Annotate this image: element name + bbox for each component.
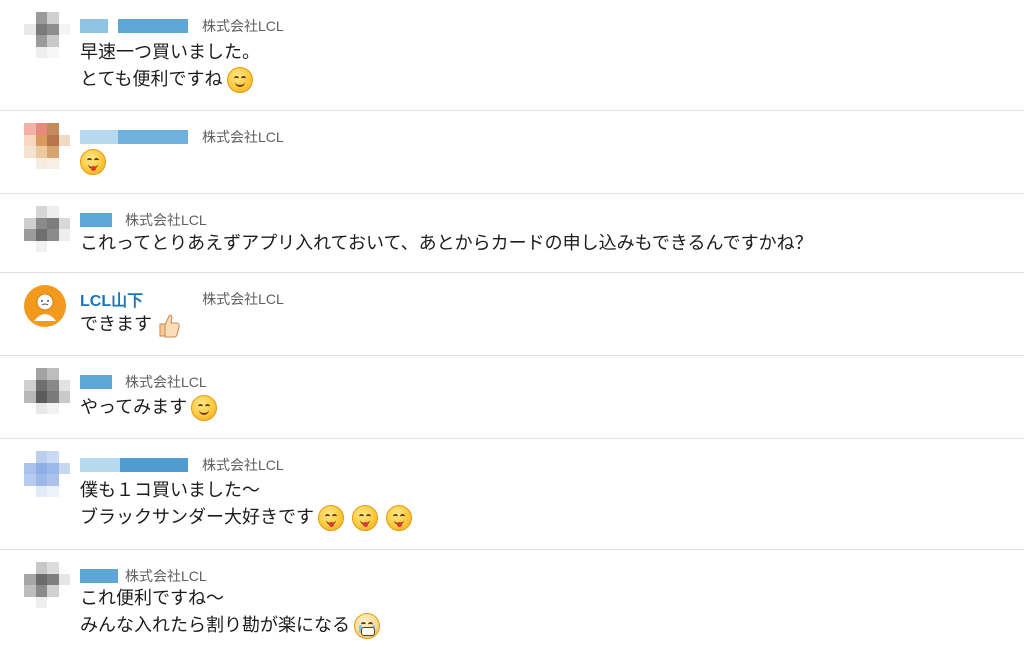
message-header: 株式会社LCL — [80, 211, 207, 229]
organization-label: 株式会社LCL — [125, 212, 207, 228]
message-header: 株式会社LCL — [80, 373, 207, 391]
smile-emoji-icon — [226, 66, 253, 93]
organization-label: 株式会社LCL — [202, 18, 284, 34]
message-text: できます — [80, 311, 182, 338]
message-line: これ便利ですね〜 — [80, 588, 224, 609]
message-item: 株式会社LCL これ便利ですね〜 みんな入れたら割り勘が楽になる — [0, 550, 1024, 662]
message-text: 早速一つ買いました。 とても便利ですね — [80, 39, 260, 93]
message-item: 株式会社LCL これってとりあえずアプリ入れておいて、あとからカードの申し込みも… — [0, 194, 1024, 273]
avatar[interactable] — [24, 451, 70, 497]
message-line: 僕も１コ買いました〜 — [80, 480, 260, 501]
avatar[interactable] — [24, 206, 70, 252]
avatar[interactable] — [24, 368, 70, 414]
message-item: LCL山下 株式会社LCL できます — [0, 273, 1024, 356]
tongue-emoji-icon — [386, 504, 412, 531]
crying-laugh-emoji-icon — [354, 612, 380, 639]
message-text: 僕も１コ買いました〜 ブラックサンダー大好きです — [80, 477, 412, 531]
message-item: 株式会社LCL 早速一つ買いました。 とても便利ですね — [0, 0, 1024, 111]
author-name-redacted[interactable] — [80, 569, 118, 583]
message-item: 株式会社LCL 僕も１コ買いました〜 ブラックサンダー大好きです — [0, 439, 1024, 550]
message-text — [80, 148, 106, 175]
message-feed: 株式会社LCL 早速一つ買いました。 とても便利ですね 株式会社LCL 株式会社… — [0, 0, 1024, 662]
avatar[interactable] — [24, 12, 70, 58]
message-header: 株式会社LCL — [80, 128, 284, 146]
message-header: 株式会社LCL — [80, 567, 207, 585]
message-line-text: できます — [80, 314, 152, 335]
message-line: これってとりあえずアプリ入れておいて、あとからカードの申し込みもできるんですかね… — [80, 233, 813, 254]
organization-label: 株式会社LCL — [125, 568, 207, 584]
author-name-redacted[interactable] — [80, 19, 188, 33]
message-text: これってとりあえずアプリ入れておいて、あとからカードの申し込みもできるんですかね… — [80, 230, 813, 257]
message-line: とても便利ですね — [80, 66, 260, 93]
smile-emoji-icon — [191, 394, 218, 421]
author-name[interactable]: LCL山下 — [80, 287, 143, 311]
message-item: 株式会社LCL — [0, 111, 1024, 194]
author-name-redacted[interactable] — [80, 213, 112, 227]
message-line: ブラックサンダー大好きです — [80, 504, 412, 531]
message-line-text: とても便利ですね — [80, 69, 223, 90]
tongue-emoji-icon — [80, 148, 106, 175]
avatar[interactable] — [24, 285, 66, 327]
organization-label: 株式会社LCL — [202, 129, 284, 145]
message-header: 株式会社LCL — [80, 456, 284, 474]
person-avatar-icon — [34, 293, 56, 321]
author-name-redacted[interactable] — [80, 130, 188, 144]
message-line-text: ブラックサンダー大好きです — [80, 507, 314, 528]
message-line-text: やってみます — [80, 397, 188, 418]
message-line: 早速一つ買いました。 — [80, 42, 260, 63]
tongue-emoji-icon — [318, 504, 344, 531]
message-item: 株式会社LCL やってみます — [0, 356, 1024, 439]
message-text: これ便利ですね〜 みんな入れたら割り勘が楽になる — [80, 585, 380, 639]
author-name-redacted[interactable] — [80, 375, 112, 389]
message-line — [80, 148, 106, 175]
message-line: やってみます — [80, 394, 218, 421]
organization-label: 株式会社LCL — [202, 291, 284, 307]
author-name-redacted[interactable] — [80, 458, 188, 472]
organization-label: 株式会社LCL — [202, 457, 284, 473]
organization-label: 株式会社LCL — [125, 374, 207, 390]
message-header: 株式会社LCL — [80, 17, 284, 35]
thumbs-up-emoji-icon — [159, 314, 180, 337]
message-text: やってみます — [80, 394, 218, 421]
message-header: LCL山下 株式会社LCL — [80, 287, 284, 311]
message-line: みんな入れたら割り勘が楽になる — [80, 612, 380, 639]
avatar[interactable] — [24, 123, 70, 169]
avatar[interactable] — [24, 562, 70, 608]
tongue-emoji-icon — [352, 504, 378, 531]
message-line-text: みんな入れたら割り勘が楽になる — [80, 615, 350, 636]
message-line: できます — [80, 311, 182, 338]
